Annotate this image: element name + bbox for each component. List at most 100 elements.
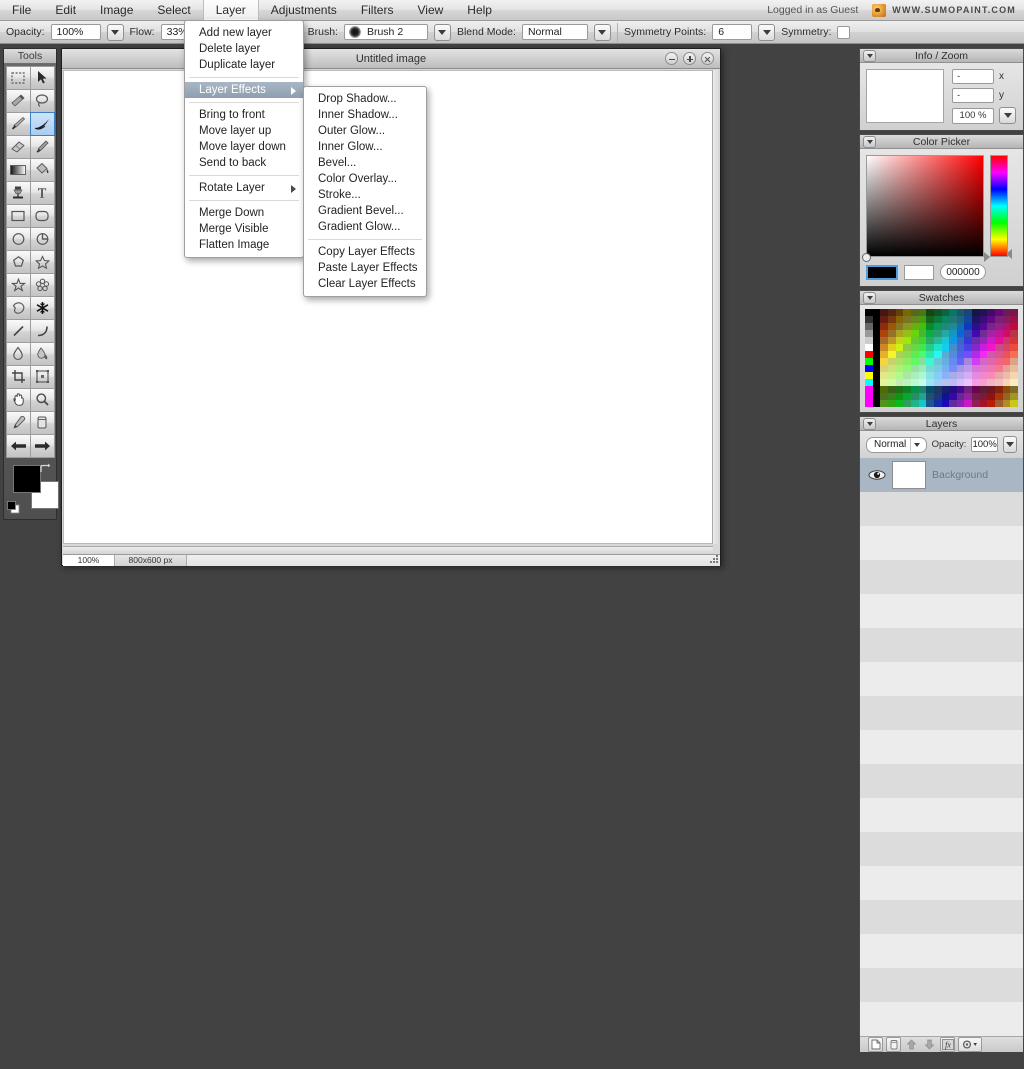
swatch-cell[interactable] <box>941 323 950 330</box>
swatch-cell[interactable] <box>1010 309 1018 316</box>
swatch-cell[interactable] <box>918 393 927 400</box>
swatch-cell[interactable] <box>1010 393 1018 400</box>
swatch-cell[interactable] <box>1010 330 1018 337</box>
brand-link[interactable]: WWW.SUMOPAINT.COM <box>868 0 1024 20</box>
swatch-cell[interactable] <box>941 386 950 393</box>
swatch-cell[interactable] <box>933 358 942 365</box>
swatch-cell[interactable] <box>995 344 1003 351</box>
swatch-cell[interactable] <box>949 379 957 386</box>
swatch-cell[interactable] <box>956 393 965 400</box>
swatch-cell[interactable] <box>895 323 904 330</box>
swatch-cell[interactable] <box>865 323 873 330</box>
eyedropper-tool[interactable] <box>5 410 31 435</box>
ellipse-tool[interactable] <box>5 226 31 251</box>
swatch-cell[interactable] <box>964 316 973 323</box>
saturation-value-field[interactable] <box>862 155 990 262</box>
swatch-cell[interactable] <box>987 309 996 316</box>
swatch-cell[interactable] <box>910 379 919 386</box>
swatch-cell[interactable] <box>910 372 919 379</box>
swatch-cell[interactable] <box>895 358 904 365</box>
swatch-cell[interactable] <box>995 393 1003 400</box>
default-colors-icon[interactable] <box>7 501 21 515</box>
swatch-cell[interactable] <box>995 386 1003 393</box>
swatch-cell[interactable] <box>926 358 934 365</box>
swatch-cell[interactable] <box>903 400 911 407</box>
minimize-button[interactable] <box>665 52 678 65</box>
swatch-cell[interactable] <box>941 351 950 358</box>
swatch-cell[interactable] <box>949 372 957 379</box>
swatch-cell[interactable] <box>933 330 942 337</box>
brush-selector[interactable]: Brush 2 <box>343 24 428 40</box>
swatch-cell[interactable] <box>979 379 988 386</box>
swatch-cell[interactable] <box>933 365 942 372</box>
swatch-cell[interactable] <box>949 365 957 372</box>
rectangle-tool[interactable] <box>5 203 31 228</box>
menu-item-drop-shadow[interactable]: Drop Shadow... <box>304 91 426 107</box>
swatch-cell[interactable] <box>880 351 888 358</box>
menu-item-gradient-glow[interactable]: Gradient Glow... <box>304 219 426 235</box>
symmetry-checkbox[interactable] <box>837 25 851 39</box>
swatch-cell[interactable] <box>933 316 942 323</box>
paint-bucket-tool[interactable] <box>29 157 55 182</box>
menu-item-copy-layer-effects[interactable]: Copy Layer Effects <box>304 244 426 260</box>
swatch-cell[interactable] <box>865 400 873 407</box>
swatch-cell[interactable] <box>956 316 965 323</box>
magic-wand-tool[interactable] <box>5 88 31 113</box>
swatch-cell[interactable] <box>887 365 896 372</box>
swatch-cell[interactable] <box>979 393 988 400</box>
swatch-cell[interactable] <box>1010 358 1018 365</box>
text-tool[interactable]: T <box>29 180 55 205</box>
swatch-cell[interactable] <box>979 365 988 372</box>
menu-item-bevel[interactable]: Bevel... <box>304 155 426 171</box>
swatch-cell[interactable] <box>964 372 973 379</box>
swatch-cell[interactable] <box>903 309 911 316</box>
swatch-cell[interactable] <box>933 386 942 393</box>
star-outline-tool[interactable] <box>5 272 31 297</box>
swatch-cell[interactable] <box>956 386 965 393</box>
swatch-cell[interactable] <box>1002 323 1011 330</box>
swatch-cell[interactable] <box>887 337 896 344</box>
swatch-cell[interactable] <box>1002 393 1011 400</box>
swatch-cell[interactable] <box>949 323 957 330</box>
menu-item-send-to-back[interactable]: Send to back <box>185 155 303 171</box>
canvas-title-bar[interactable]: Untitled image <box>62 49 720 69</box>
swatch-cell[interactable] <box>926 323 934 330</box>
swatch-cell[interactable] <box>995 379 1003 386</box>
swatch-cell[interactable] <box>910 358 919 365</box>
menu-item-layer-effects[interactable]: Layer Effects <box>185 82 303 98</box>
swatch-cell[interactable] <box>918 372 927 379</box>
swatch-cell[interactable] <box>903 393 911 400</box>
delete-layer-button[interactable] <box>886 1037 901 1052</box>
swatch-cell[interactable] <box>979 316 988 323</box>
swatch-cell[interactable] <box>972 351 980 358</box>
swatch-cell[interactable] <box>872 316 881 323</box>
swatch-cell[interactable] <box>964 344 973 351</box>
swatch-cell[interactable] <box>941 309 950 316</box>
swatch-cell[interactable] <box>956 372 965 379</box>
lasso-tool[interactable] <box>29 88 55 113</box>
swatch-cell[interactable] <box>918 400 927 407</box>
menu-item-inner-glow[interactable]: Inner Glow... <box>304 139 426 155</box>
swatch-cell[interactable] <box>987 400 996 407</box>
swatch-cell[interactable] <box>880 316 888 323</box>
swatch-cell[interactable] <box>1010 323 1018 330</box>
swatch-cell[interactable] <box>964 365 973 372</box>
swatch-cell[interactable] <box>972 323 980 330</box>
menu-item-color-overlay[interactable]: Color Overlay... <box>304 171 426 187</box>
brush-dropdown-button[interactable] <box>433 23 451 41</box>
swatch-cell[interactable] <box>872 379 881 386</box>
swatch-cell[interactable] <box>987 358 996 365</box>
swatch-cell[interactable] <box>979 344 988 351</box>
swatch-cell[interactable] <box>949 309 957 316</box>
blob-tool[interactable] <box>5 295 31 320</box>
menu-item-merge-down[interactable]: Merge Down <box>185 205 303 221</box>
menu-item-inner-shadow[interactable]: Inner Shadow... <box>304 107 426 123</box>
swatch-cell[interactable] <box>865 344 873 351</box>
swatch-cell[interactable] <box>880 323 888 330</box>
swatch-cell[interactable] <box>987 386 996 393</box>
swatch-cell[interactable] <box>895 351 904 358</box>
swatch-cell[interactable] <box>926 393 934 400</box>
swatch-cell[interactable] <box>949 337 957 344</box>
curve-tool[interactable] <box>29 318 55 343</box>
arrow-left-tool[interactable] <box>5 433 31 458</box>
